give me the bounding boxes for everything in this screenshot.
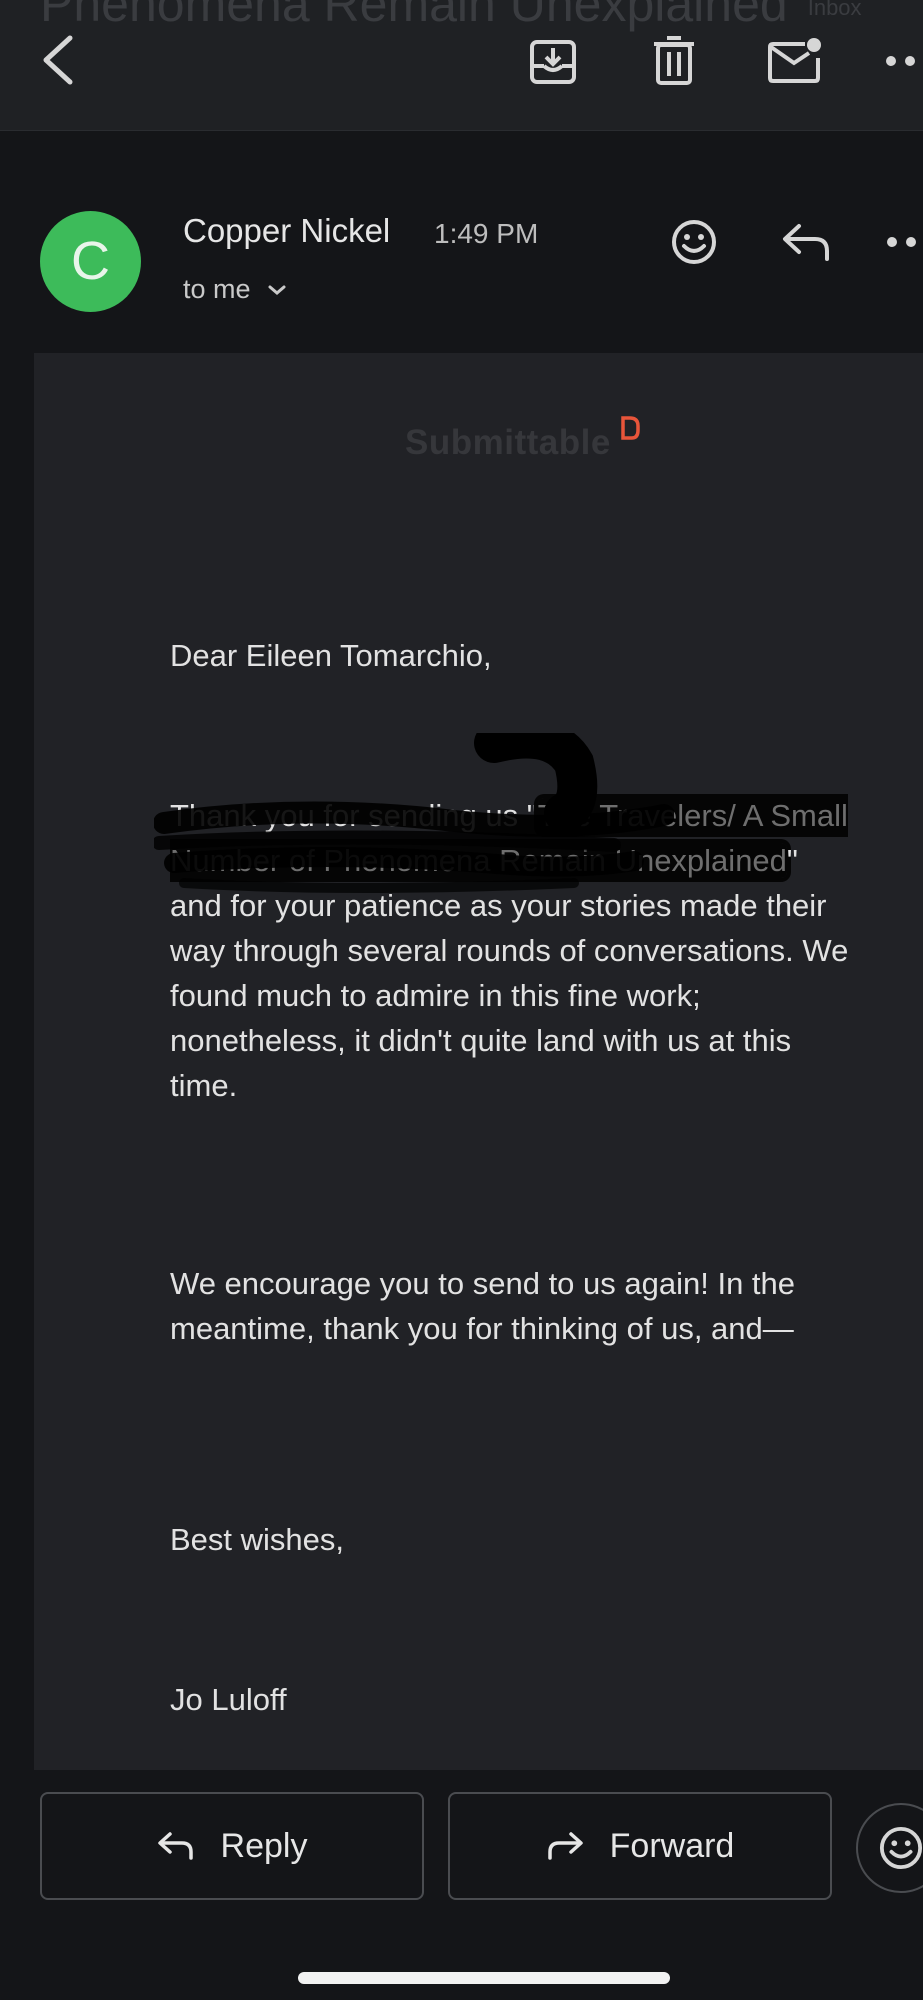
submittable-logo: Submittable [405,416,641,463]
sender-name: Copper Nickel [183,212,391,249]
forward-arrow-icon [547,1832,583,1860]
smiley-icon [879,1826,923,1870]
back-button[interactable] [30,28,86,92]
body-paragraph-1-start: Thank you for sending us " [170,798,538,833]
reply-icon-button[interactable] [774,212,838,272]
body-paragraph-1-end: " and for your patience as your stories … [170,843,849,1103]
message-more-button[interactable] [886,212,923,272]
top-app-bar: Phenomena Remain Unexplained Inbox [0,0,923,131]
add-reaction-button[interactable] [664,212,724,272]
forward-button[interactable]: Forward [448,1792,832,1900]
chevron-down-icon [268,285,286,295]
more-horizontal-icon [887,237,916,247]
trash-icon [654,36,694,85]
label-chip: Inbox [807,0,862,20]
react-emoji-button[interactable] [856,1803,923,1893]
more-options-button[interactable] [880,30,923,92]
sent-time: 1:49 PM [434,218,539,249]
closing: Best wishes, [170,1522,345,1557]
archive-icon [530,40,576,84]
reply-arrow-icon [783,224,829,261]
more-horizontal-icon [886,56,915,66]
reply-button[interactable]: Reply [40,1792,424,1900]
signature: Jo Luloff [170,1682,287,1717]
mark-unread-button[interactable] [764,30,826,92]
forward-label: Forward [609,1826,735,1865]
archive-button[interactable] [522,30,584,92]
smiley-icon [672,220,716,264]
submittable-logo-icon [621,416,640,440]
body-paragraph-1: Thank you for sending us "The Travelers/… [170,793,850,1108]
chevron-left-icon [43,35,73,85]
recipient-details-toggle[interactable]: to me [183,274,287,305]
greeting: Dear Eileen Tomarchio, [170,638,492,673]
home-indicator[interactable] [298,1972,670,1984]
delete-button[interactable] [643,30,705,92]
avatar[interactable]: C [40,211,141,312]
reply-arrow-icon [157,1832,193,1860]
subject-title-faded: Phenomena Remain Unexplained Inbox [40,0,862,40]
logo-text: Submittable [405,423,611,462]
message-body: Submittable Dear Eileen Tomarchio, Thank… [34,353,923,1770]
recipient-label: to me [183,274,251,304]
reply-label: Reply [220,1826,308,1865]
mail-unread-icon [768,38,821,83]
body-paragraph-2: We encourage you to send to us again! In… [170,1266,796,1346]
subject-text: Phenomena Remain Unexplained [40,0,788,32]
